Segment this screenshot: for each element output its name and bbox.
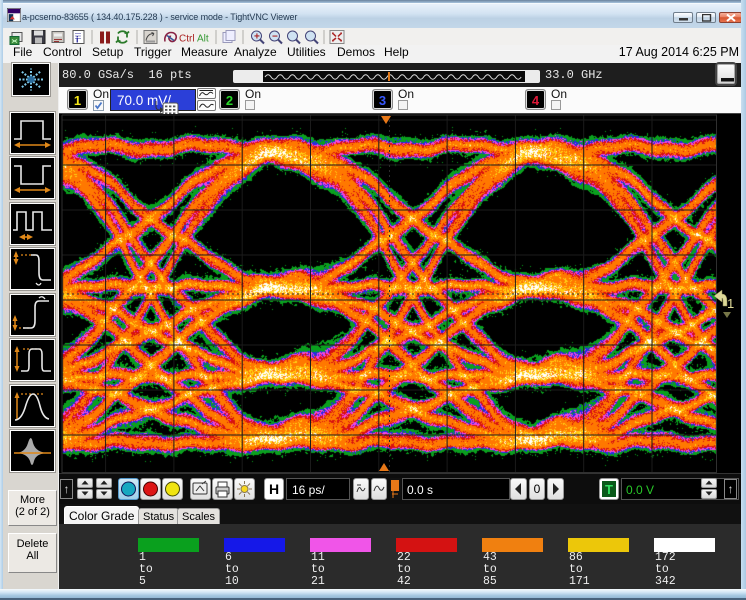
svg-text:Ctrl: Ctrl — [179, 34, 195, 45]
svg-text:T: T — [605, 482, 613, 497]
svg-text:i: i — [76, 35, 79, 45]
svg-text:−: − — [272, 32, 278, 43]
svg-text:+: + — [254, 32, 260, 43]
svg-text:1: 1 — [727, 296, 734, 311]
svg-text:Alt: Alt — [197, 34, 209, 45]
